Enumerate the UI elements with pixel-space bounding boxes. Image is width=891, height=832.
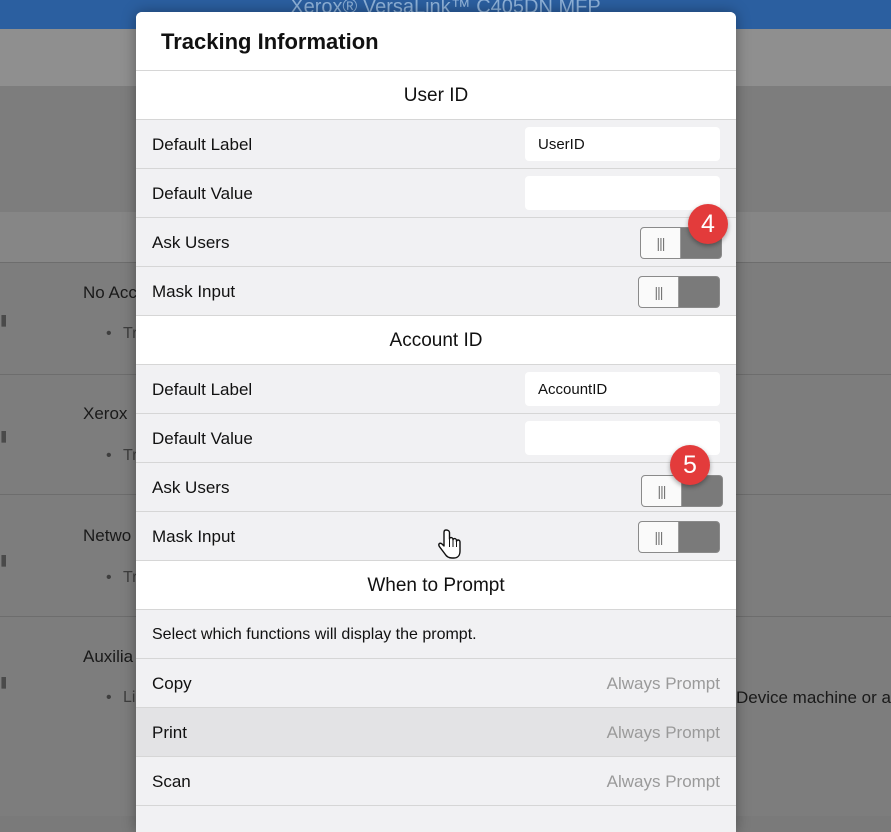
list-item-bullet: • [106, 447, 112, 464]
user-id-default-label-input[interactable] [525, 127, 720, 161]
row-label: Ask Users [152, 233, 230, 252]
account-id-default-label-input[interactable] [525, 372, 720, 406]
account-id-mask-input-toggle[interactable]: ||| [638, 521, 720, 553]
list-item-title: Auxilia [83, 647, 134, 666]
function-row-copy[interactable]: Copy Always Prompt [136, 659, 736, 708]
row-label: Default Label [152, 135, 253, 154]
function-label: Print [152, 723, 187, 742]
list-item-title: Xerox [83, 404, 128, 423]
toggle-knob: ||| [642, 476, 682, 506]
toggle-knob: ||| [641, 228, 681, 258]
function-label: Scan [152, 772, 191, 791]
function-row-print[interactable]: Print Always Prompt [136, 708, 736, 757]
tracking-information-dialog: Tracking Information User ID Default Lab… [136, 12, 736, 832]
account-id-ask-users-row: Ask Users ||| [136, 463, 736, 512]
toggle-knob: ||| [639, 277, 679, 307]
function-row-scan[interactable]: Scan Always Prompt [136, 757, 736, 806]
row-label: Default Label [152, 380, 253, 399]
list-item-bullet: • [106, 569, 112, 586]
user-id-ask-users-row: Ask Users ||| [136, 218, 736, 267]
dialog-title: Tracking Information [136, 12, 736, 71]
section-header-user-id: User ID [136, 71, 736, 120]
function-prompt-value: Always Prompt [606, 772, 720, 791]
user-id-default-value-input[interactable] [525, 176, 720, 210]
account-icon: ■ [0, 303, 6, 339]
list-item-bullet: • [106, 325, 112, 342]
section-header-when-to-prompt: When to Prompt [136, 561, 736, 610]
when-to-prompt-description-row: Select which functions will display the … [136, 610, 736, 659]
callout-badge-5: 5 [670, 445, 710, 485]
hand-cursor-icon [438, 529, 461, 559]
list-item-title: No Acc [83, 283, 137, 302]
user-id-default-label-row: Default Label [136, 120, 736, 169]
function-label: Copy [152, 674, 192, 693]
account-id-default-value-row: Default Value [136, 414, 736, 463]
user-id-mask-input-toggle[interactable]: ||| [638, 276, 720, 308]
user-id-mask-input-row: Mask Input ||| [136, 267, 736, 316]
function-prompt-value: Always Prompt [606, 723, 720, 742]
list-item-bullet: • [106, 689, 112, 706]
row-label: Default Value [152, 184, 253, 203]
section-description: Select which functions will display the … [152, 626, 477, 643]
section-header-account-id: Account ID [136, 316, 736, 365]
network-icon: ■ [0, 543, 6, 579]
toggle-knob: ||| [639, 522, 679, 552]
row-label: Default Value [152, 429, 253, 448]
list-item-subtext: Li [123, 689, 136, 706]
function-prompt-value: Always Prompt [606, 674, 720, 693]
user-id-default-value-row: Default Value [136, 169, 736, 218]
auxiliary-icon: ■ [0, 665, 6, 701]
callout-badge-4: 4 [688, 204, 728, 244]
row-label: Ask Users [152, 478, 230, 497]
list-item-title: Netwo [83, 526, 132, 545]
background-description: Device machine or a [736, 688, 891, 707]
account-icon: ■ [0, 419, 6, 455]
account-id-default-label-row: Default Label [136, 365, 736, 414]
row-label: Mask Input [152, 527, 236, 546]
row-label: Mask Input [152, 282, 236, 301]
